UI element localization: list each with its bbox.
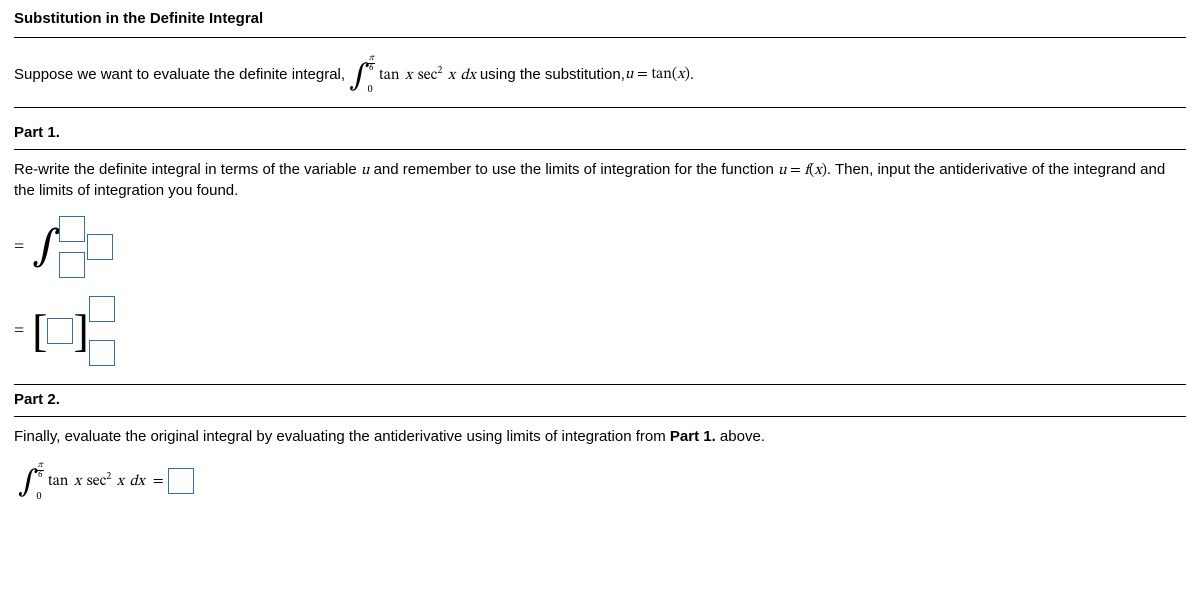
- p2-eq: =: [153, 472, 164, 491]
- p2-text-c: above.: [716, 428, 765, 445]
- p2-exp: 2: [106, 472, 111, 482]
- lower-limit-input-1[interactable]: [59, 252, 85, 278]
- integral-icon: ∫: [32, 226, 61, 268]
- p2-bold: Part 1.: [670, 428, 716, 445]
- integral-expression-2: ∫ π6 0 tan x sec2 x dx: [18, 461, 145, 502]
- upper-limit-input-1[interactable]: [59, 216, 85, 242]
- equation-row-1: = ∫: [14, 216, 1186, 278]
- p2-tan: tan: [48, 474, 69, 489]
- equals-sign-2: =: [14, 320, 24, 341]
- part1-header: Part 1.: [14, 118, 1186, 150]
- p2-x1: x: [74, 474, 81, 489]
- intro-mid: using the substitution,: [480, 66, 625, 83]
- integrand-x2: x: [448, 68, 455, 83]
- part2-header: Part 2.: [14, 385, 1186, 417]
- integrand-input-1[interactable]: [87, 234, 113, 260]
- integrand-sec: sec: [418, 68, 438, 83]
- intro-period: .: [690, 66, 694, 83]
- equation-row-2: = [ ]: [14, 296, 1186, 366]
- p2-x2: x: [117, 474, 124, 489]
- part1-instructions: Re-write the definite integral in terms …: [14, 160, 1186, 202]
- integral-expression: ∫ π6 0 tan x sec2 x dx: [349, 54, 476, 95]
- p1-u2: u: [778, 163, 787, 178]
- sub-eq: =: [633, 67, 651, 82]
- left-bracket-icon: [: [32, 308, 47, 354]
- integral-icon: ∫: [349, 62, 370, 92]
- integrand-tan: tan: [379, 68, 400, 83]
- upper-limit-input-2[interactable]: [89, 296, 115, 322]
- equals-sign-1: =: [14, 236, 24, 257]
- lower-limit-input-2[interactable]: [89, 340, 115, 366]
- page-title: Substitution in the Definite Integral: [14, 10, 1186, 38]
- intro-text: Suppose we want to evaluate the definite…: [14, 54, 1186, 108]
- p2-sec: sec: [87, 474, 107, 489]
- integrand-x1: x: [405, 68, 412, 83]
- p1-eq: =: [787, 163, 805, 178]
- integrand-dx: dx: [461, 68, 476, 83]
- right-bracket-icon: ]: [73, 308, 88, 354]
- p2-text-a: Finally, evaluate the original integral …: [14, 428, 670, 445]
- equation-row-3: ∫ π6 0 tan x sec2 x dx =: [14, 461, 1186, 502]
- p2-dx: dx: [129, 474, 144, 489]
- p1-text-a: Re-write the definite integral in terms …: [14, 161, 361, 178]
- sub-tan: tan(: [651, 67, 677, 82]
- p1-text-c: and remember to use the limits of integr…: [369, 161, 778, 178]
- integral-icon: ∫: [18, 468, 39, 498]
- intro-pre: Suppose we want to evaluate the definite…: [14, 66, 345, 83]
- antiderivative-input[interactable]: [47, 318, 73, 344]
- final-answer-input[interactable]: [168, 468, 194, 494]
- part2-instructions: Finally, evaluate the original integral …: [14, 427, 1186, 447]
- integrand-exp: 2: [437, 66, 442, 76]
- p1-x: x: [814, 163, 821, 178]
